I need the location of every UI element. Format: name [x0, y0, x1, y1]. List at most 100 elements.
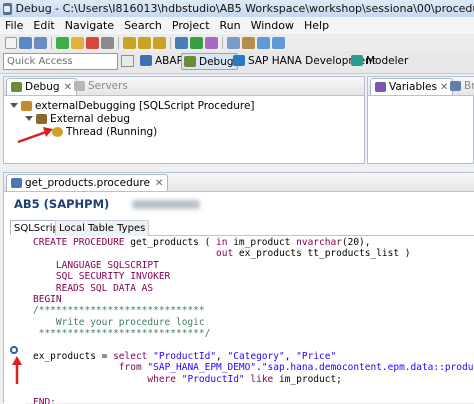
- tab-variables[interactable]: Variables ✕: [370, 78, 453, 95]
- breakpoint-icon[interactable]: [10, 346, 18, 354]
- code-editor[interactable]: CREATE PROCEDURE get_products ( in im_pr…: [33, 237, 473, 404]
- menu-run[interactable]: Run: [215, 19, 246, 32]
- window-title: Debug - C:\Users\I816013\hdbstudio\AB5 W…: [16, 2, 474, 15]
- subtab-local-table-types-label: Local Table Types: [59, 223, 145, 234]
- run-icon[interactable]: [190, 37, 203, 49]
- system-user-blurred: [132, 200, 200, 209]
- code-line: Write your procedure logic: [33, 317, 473, 328]
- variables-view-tabbar: Variables ✕ Brea: [368, 77, 474, 96]
- code-line: where "ProductId" like im_product;: [33, 374, 473, 385]
- tree-item-procedure-launch[interactable]: externalDebugging [SQLScript Procedure]: [10, 99, 255, 112]
- save-icon[interactable]: [19, 37, 32, 49]
- menu-bar: File Edit Navigate Search Project Run Wi…: [0, 17, 474, 34]
- editor-subtabbar: SQLScript Local Table Types: [4, 219, 474, 236]
- code-line: SQL SECURITY INVOKER: [33, 271, 473, 282]
- close-icon[interactable]: ✕: [155, 178, 163, 189]
- subtab-local-table-types[interactable]: Local Table Types: [55, 220, 149, 236]
- debug-target-icon: [36, 114, 47, 124]
- code-line: LANGUAGE SQLSCRIPT: [33, 260, 473, 271]
- perspective-bar: Quick Access ABAP Debug SAP HANA Develop…: [0, 51, 474, 74]
- tab-servers[interactable]: Servers: [70, 78, 132, 94]
- debug-view-icon: [11, 82, 22, 92]
- system-name: AB5 (SAPHPM): [14, 197, 109, 211]
- tree-item-label: External debug: [50, 113, 130, 125]
- toolbar-separator: [170, 37, 171, 49]
- breakpoints-view-icon: [450, 81, 461, 91]
- navigate-forward-icon[interactable]: [272, 37, 285, 49]
- debug-perspective-icon: [184, 56, 196, 67]
- tree-item-thread[interactable]: Thread (Running): [52, 125, 157, 138]
- tab-servers-label: Servers: [88, 80, 128, 92]
- variables-view-icon: [375, 82, 386, 92]
- menu-project[interactable]: Project: [167, 19, 215, 32]
- search-icon[interactable]: [227, 37, 240, 49]
- perspective-debug[interactable]: Debug: [181, 53, 238, 70]
- system-header: AB5 (SAPHPM): [14, 197, 109, 211]
- suspend-icon[interactable]: [71, 37, 84, 49]
- variables-view: Variables ✕ Brea: [367, 76, 474, 164]
- editor-tabbar: get_products.procedure ✕: [4, 173, 474, 192]
- procedure-file-icon: [11, 178, 22, 188]
- step-into-icon[interactable]: [123, 37, 136, 49]
- terminate-icon[interactable]: [86, 37, 99, 49]
- procedure-launch-icon: [21, 101, 32, 111]
- code-line: from "SAP_HANA_EPM_DEMO"."sap.hana.democ…: [33, 362, 473, 373]
- code-line: [33, 340, 473, 351]
- tab-get-products-procedure[interactable]: get_products.procedure ✕: [6, 174, 168, 191]
- open-type-icon[interactable]: [242, 37, 255, 49]
- expand-icon[interactable]: [10, 103, 18, 108]
- editor-area: get_products.procedure ✕ AB5 (SAPHPM) SQ…: [3, 172, 474, 403]
- debug-icon[interactable]: [175, 37, 188, 49]
- tree-item-label: Thread (Running): [66, 126, 157, 138]
- code-line: CREATE PROCEDURE get_products ( in im_pr…: [33, 237, 473, 248]
- debug-view-tabbar: Debug ✕ Servers: [4, 77, 364, 96]
- code-line: [33, 385, 473, 396]
- annotation-arrow-icon: [16, 123, 56, 145]
- code-line: BEGIN: [33, 294, 473, 305]
- disconnect-icon[interactable]: [101, 37, 114, 49]
- menu-file[interactable]: File: [0, 19, 28, 32]
- code-line: *****************************/: [33, 328, 473, 339]
- tab-variables-label: Variables: [389, 81, 437, 93]
- code-line: ex_products = select "ProductId", "Categ…: [33, 351, 473, 362]
- hana-perspective-icon: [233, 55, 245, 66]
- modeler-perspective-icon: [351, 55, 363, 66]
- code-line: out ex_products tt_products_list ): [33, 248, 473, 259]
- toolbar-separator: [222, 37, 223, 49]
- menu-window[interactable]: Window: [246, 19, 299, 32]
- app-icon: [3, 3, 12, 15]
- step-return-icon[interactable]: [153, 37, 166, 49]
- servers-view-icon: [74, 81, 85, 91]
- perspective-debug-label: Debug: [199, 56, 234, 68]
- navigate-back-icon[interactable]: [257, 37, 270, 49]
- perspective-modeler[interactable]: Modeler: [349, 53, 411, 68]
- menu-search[interactable]: Search: [119, 19, 167, 32]
- resume-icon[interactable]: [56, 37, 69, 49]
- expand-icon[interactable]: [25, 116, 33, 121]
- open-perspective-icon[interactable]: [121, 55, 134, 67]
- save-all-icon[interactable]: [34, 37, 47, 49]
- toolbar-separator: [51, 37, 52, 49]
- editor-tab-label: get_products.procedure: [25, 177, 150, 189]
- menu-edit[interactable]: Edit: [28, 19, 59, 32]
- abap-perspective-icon: [140, 55, 152, 66]
- menu-help[interactable]: Help: [299, 19, 334, 32]
- perspective-abap[interactable]: ABAP: [138, 53, 186, 68]
- quick-access-input[interactable]: Quick Access: [3, 53, 118, 70]
- tab-debug[interactable]: Debug ✕: [6, 78, 77, 95]
- tree-item-label: externalDebugging [SQLScript Procedure]: [35, 100, 255, 112]
- main-toolbar: [0, 34, 474, 51]
- step-over-icon[interactable]: [138, 37, 151, 49]
- code-line: READS SQL DATA AS: [33, 283, 473, 294]
- new-icon[interactable]: [5, 37, 17, 49]
- title-bar: Debug - C:\Users\I816013\hdbstudio\AB5 W…: [0, 0, 474, 18]
- debug-view: Debug ✕ Servers externalDebugging [SQLSc…: [3, 76, 365, 164]
- toolbar-separator: [118, 37, 119, 49]
- external-tools-icon[interactable]: [205, 37, 218, 49]
- code-line: /*****************************: [33, 305, 473, 316]
- tab-debug-label: Debug: [25, 81, 60, 93]
- perspective-abap-label: ABAP: [155, 55, 183, 67]
- menu-navigate[interactable]: Navigate: [60, 19, 119, 32]
- tab-breakpoints[interactable]: Brea: [446, 78, 474, 94]
- tab-breakpoints-label: Brea: [464, 80, 474, 92]
